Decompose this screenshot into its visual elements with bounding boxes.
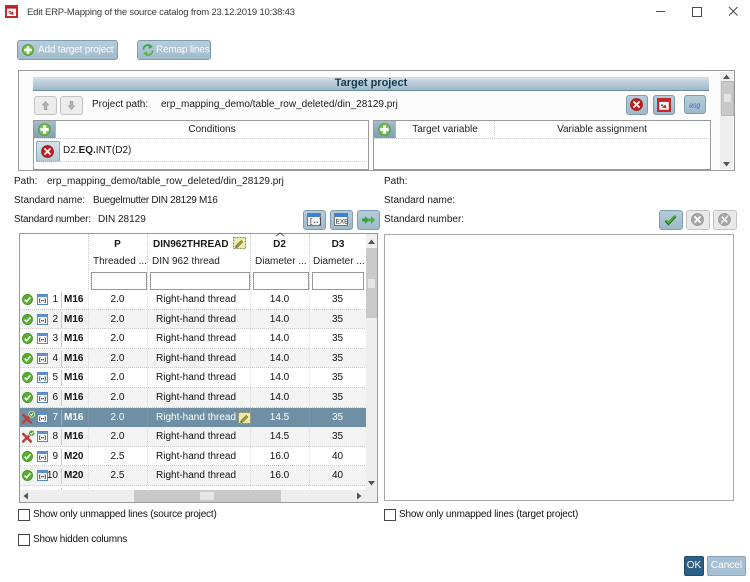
svg-text:[↔]: [↔] <box>309 219 321 227</box>
svg-text:EXE: EXE <box>336 219 349 226</box>
svg-text:asg: asg <box>689 103 700 110</box>
